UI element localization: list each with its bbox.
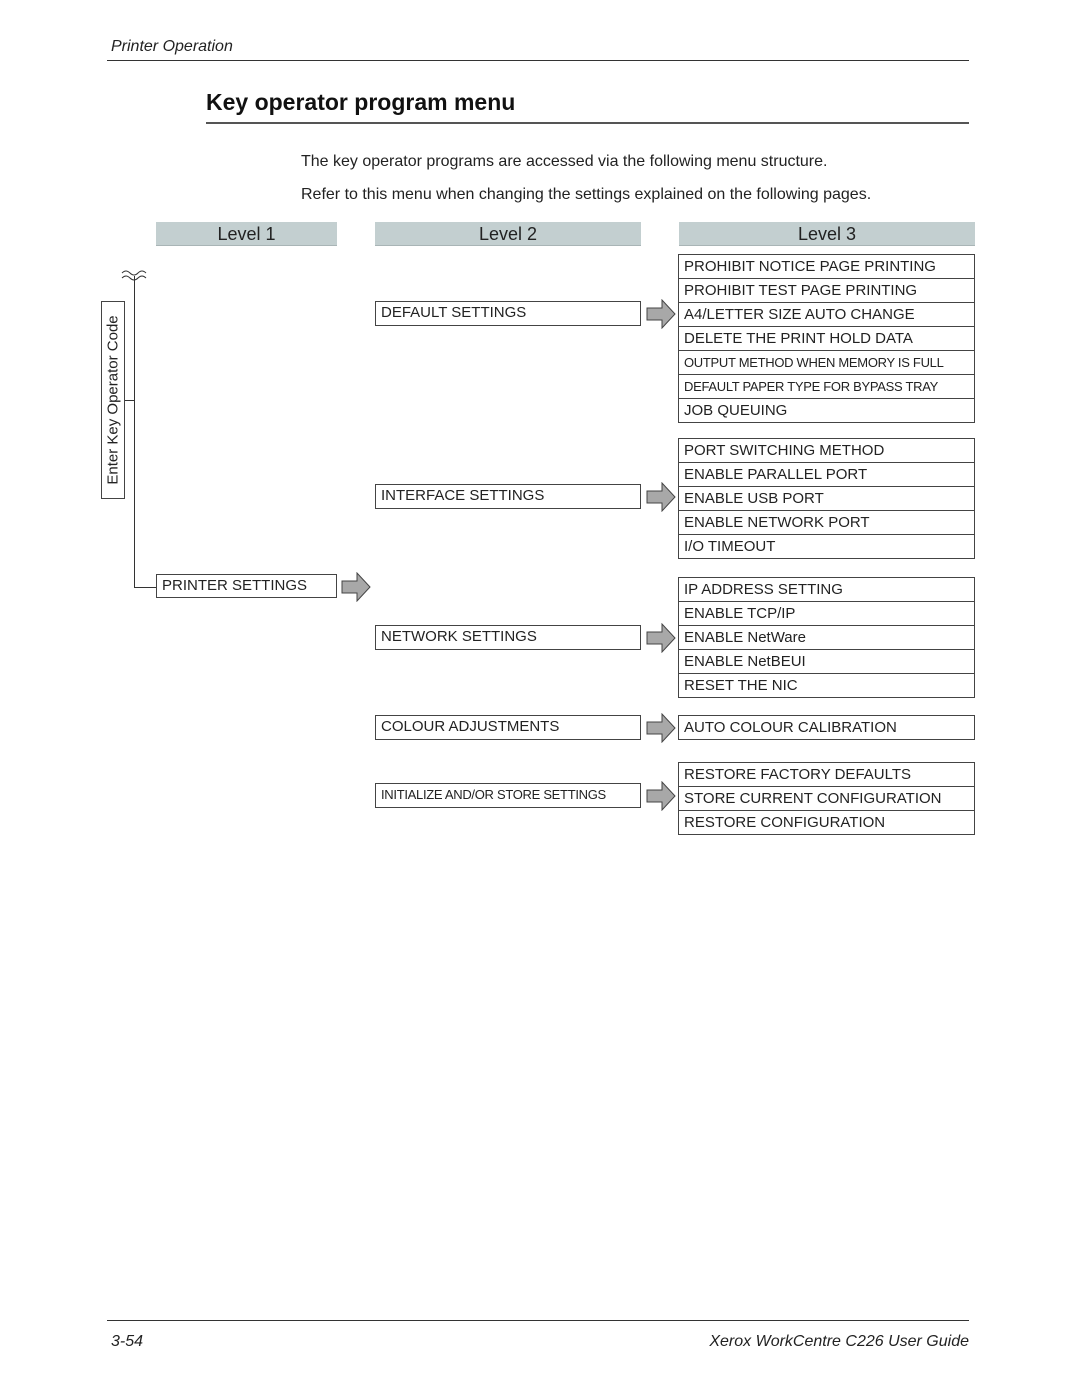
level3-list: PORT SWITCHING METHOD ENABLE PARALLEL POR… (678, 438, 975, 559)
level-3-header: Level 3 (679, 222, 975, 246)
level3-list: PROHIBIT NOTICE PAGE PRINTING PROHIBIT TE… (678, 254, 975, 423)
level3-list: RESTORE FACTORY DEFAULTS STORE CURRENT CO… (678, 762, 975, 835)
level3-item[interactable]: ENABLE PARALLEL PORT (679, 462, 974, 486)
level3-item[interactable]: PROHIBIT NOTICE PAGE PRINTING (679, 255, 974, 278)
level3-item[interactable]: I/O TIMEOUT (679, 534, 974, 558)
level3-item[interactable]: DELETE THE PRINT HOLD DATA (679, 326, 974, 350)
intro-line-2: Refer to this menu when changing the set… (301, 186, 872, 203)
level3-item[interactable]: OUTPUT METHOD WHEN MEMORY IS FULL (679, 350, 974, 374)
printer-settings-item[interactable]: PRINTER SETTINGS (156, 574, 337, 598)
level3-item[interactable]: A4/LETTER SIZE AUTO CHANGE (679, 302, 974, 326)
level3-item[interactable]: ENABLE USB PORT (679, 486, 974, 510)
level3-item[interactable]: AUTO COLOUR CALIBRATION (679, 716, 974, 739)
level2-item[interactable]: INITIALIZE AND/OR STORE SETTINGS (375, 783, 641, 808)
entry-connector (125, 400, 134, 401)
level3-item[interactable]: ENABLE NetWare (679, 625, 974, 649)
tree-trunk-line (134, 276, 135, 587)
level3-item[interactable]: ENABLE TCP/IP (679, 601, 974, 625)
level3-item[interactable]: PORT SWITCHING METHOD (679, 439, 974, 462)
level3-item[interactable]: ENABLE NetBEUI (679, 649, 974, 673)
level3-item[interactable]: IP ADDRESS SETTING (679, 578, 974, 601)
intro-line-1: The key operator programs are accessed v… (301, 153, 828, 170)
header-rule (107, 60, 969, 61)
enter-key-operator-code-label: Enter Key Operator Code (101, 301, 125, 499)
level-2-header: Level 2 (375, 222, 641, 246)
guide-title: Xerox WorkCentre C226 User Guide (709, 1333, 969, 1350)
arrow-right-icon (646, 299, 676, 329)
level2-item[interactable]: NETWORK SETTINGS (375, 625, 641, 650)
level3-item[interactable]: ENABLE NETWORK PORT (679, 510, 974, 534)
break-mark-icon (121, 270, 147, 281)
arrow-right-icon (646, 623, 676, 653)
level2-item[interactable]: DEFAULT SETTINGS (375, 301, 641, 326)
level-1-header: Level 1 (156, 222, 337, 246)
arrow-right-icon (646, 482, 676, 512)
running-head: Printer Operation (111, 38, 233, 55)
level2-item[interactable]: INTERFACE SETTINGS (375, 484, 641, 509)
arrow-right-icon (341, 572, 371, 602)
level3-item[interactable]: STORE CURRENT CONFIGURATION (679, 786, 974, 810)
entry-label-text: Enter Key Operator Code (104, 315, 122, 485)
level3-item[interactable]: RESTORE CONFIGURATION (679, 810, 974, 834)
level3-item[interactable]: PROHIBIT TEST PAGE PRINTING (679, 278, 974, 302)
arrow-right-icon (646, 713, 676, 743)
footer-rule (107, 1320, 969, 1321)
level3-item[interactable]: RESET THE NIC (679, 673, 974, 697)
page-number: 3-54 (111, 1333, 144, 1350)
level3-item[interactable]: JOB QUEUING (679, 398, 974, 422)
page-title: Key operator program menu (206, 89, 516, 115)
level3-list: AUTO COLOUR CALIBRATION (678, 715, 975, 740)
level2-item[interactable]: COLOUR ADJUSTMENTS (375, 715, 641, 740)
title-rule (206, 122, 969, 124)
arrow-right-icon (646, 781, 676, 811)
level3-item[interactable]: RESTORE FACTORY DEFAULTS (679, 763, 974, 786)
level3-list: IP ADDRESS SETTING ENABLE TCP/IP ENABLE Ne… (678, 577, 975, 698)
printer-settings-connector (134, 587, 156, 588)
level3-item[interactable]: DEFAULT PAPER TYPE FOR BYPASS TRAY (679, 374, 974, 398)
